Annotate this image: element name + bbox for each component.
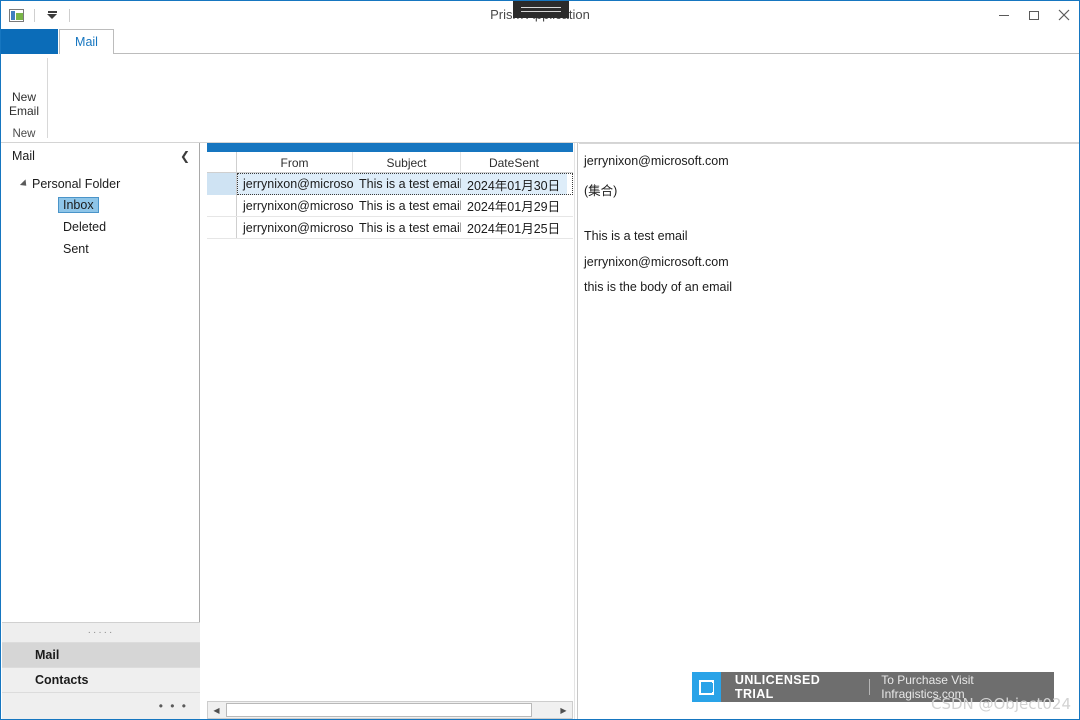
application-icon[interactable] <box>5 5 27 25</box>
new-email-label-line1: New <box>11 90 36 104</box>
close-button[interactable] <box>1049 1 1079 29</box>
row-selector-cell[interactable] <box>207 217 237 238</box>
grid-accent-bar <box>207 143 573 152</box>
trial-banner-divider <box>869 679 871 695</box>
table-row[interactable]: jerrynixon@microsof This is a test email… <box>207 195 573 217</box>
sidebar-item-contacts[interactable]: Contacts <box>2 667 200 692</box>
grid-horizontal-scrollbar[interactable]: ◀ ▶ <box>207 701 573 719</box>
infragistics-logo-icon <box>692 672 721 702</box>
scroll-left-arrow-icon[interactable]: ◀ <box>208 702 225 718</box>
cell-datesent: 2024年01月30日 <box>461 173 567 195</box>
pane-splitter[interactable] <box>574 143 578 719</box>
ribbon-group-caption: New <box>12 128 36 140</box>
expander-triangle-icon[interactable] <box>18 178 32 189</box>
reading-pane: jerrynixon@microsoft.com (集合) This is a … <box>579 143 1079 719</box>
ribbon-group-new: New Email New <box>1 54 47 142</box>
cell-subject: This is a test email 3 <box>359 220 461 235</box>
collapse-chevron-icon[interactable]: ❮ <box>176 147 194 165</box>
folder-tree: Personal Folder Inbox Deleted Sent <box>2 173 200 260</box>
qat-divider-2 <box>69 8 70 22</box>
nav-overflow-button[interactable]: • • • <box>2 692 200 719</box>
cell-subject: This is a test email <box>353 173 461 195</box>
minimize-button[interactable] <box>989 1 1019 29</box>
table-row[interactable]: jerrynixon@microsof This is a test email… <box>207 217 573 239</box>
table-row[interactable]: jerrynixon@microsof This is a test email… <box>207 173 573 195</box>
maximize-button[interactable] <box>1019 1 1049 29</box>
scroll-right-arrow-icon[interactable]: ▶ <box>555 702 572 718</box>
tree-node-label: Inbox <box>58 197 99 213</box>
tree-node-deleted[interactable]: Deleted <box>2 216 200 238</box>
sidebar-item-mail[interactable]: Mail <box>2 642 200 667</box>
watermark-text: CSDN @Object024 <box>930 695 1071 713</box>
nav-resize-grip[interactable]: ····· <box>2 622 200 642</box>
customize-quick-access-toolbar-icon[interactable] <box>42 5 62 25</box>
quick-access-toolbar <box>5 4 77 26</box>
tree-node-label: Personal Folder <box>32 176 121 191</box>
reader-line-from: jerrynixon@microsoft.com <box>584 255 729 269</box>
title-bar: Prism Application <box>1 1 1079 29</box>
reader-line-subject: This is a test email <box>584 229 688 243</box>
trial-banner-title: UNLICENSED TRIAL <box>734 673 821 701</box>
cell-from: jerrynixon@microsof <box>237 173 353 195</box>
window-controls <box>989 1 1079 29</box>
column-header-from[interactable]: From <box>237 152 353 173</box>
application-window: Prism Application Mail <box>0 0 1080 720</box>
new-email-label-line2: Email <box>8 104 39 118</box>
tree-node-personal-folder[interactable]: Personal Folder <box>2 173 200 194</box>
tab-mail[interactable]: Mail <box>59 29 114 54</box>
grid-header-row: From Subject DateSent <box>207 152 573 173</box>
cell-from: jerrynixon@microsof <box>243 220 353 235</box>
grid-row-selector-header <box>207 152 237 173</box>
sidebar-title: Mail <box>12 149 35 163</box>
scrollbar-thumb[interactable] <box>226 703 532 717</box>
ribbon: New Email New <box>1 54 1079 143</box>
tree-node-inbox[interactable]: Inbox <box>2 194 200 216</box>
ribbon-tab-strip: Mail <box>1 29 1079 54</box>
sidebar-header: Mail ❮ <box>2 143 200 171</box>
window-snap-overlay <box>513 1 569 18</box>
reader-line-recipients: (集合) <box>584 184 618 198</box>
tree-node-label: Sent <box>63 242 89 256</box>
cell-from: jerrynixon@microsof <box>243 198 353 213</box>
row-selector-cell[interactable] <box>207 195 237 216</box>
new-email-button[interactable]: New Email <box>1 90 47 118</box>
row-selector-cell[interactable] <box>207 173 237 195</box>
ribbon-group-separator <box>47 58 48 138</box>
reader-line-body: this is the body of an email <box>584 280 732 294</box>
column-header-subject[interactable]: Subject <box>353 152 461 173</box>
sidebar-bottom-nav: ····· Mail Contacts • • • <box>2 622 200 719</box>
tab-file[interactable] <box>1 29 58 54</box>
cell-datesent: 2024年01月25日 <box>467 222 561 236</box>
cell-subject: This is a test email 2 <box>359 198 461 213</box>
sidebar: Mail ❮ Personal Folder Inbox Deleted Sen… <box>2 143 200 719</box>
tree-node-sent[interactable]: Sent <box>2 238 200 260</box>
cell-datesent: 2024年01月29日 <box>467 200 561 214</box>
qat-divider <box>34 8 35 22</box>
email-list-panel: From Subject DateSent jerrynixon@microso… <box>201 143 573 719</box>
column-header-datesent[interactable]: DateSent <box>461 152 567 173</box>
tree-node-label: Deleted <box>63 220 107 234</box>
reader-line-sender: jerrynixon@microsoft.com <box>584 154 729 168</box>
